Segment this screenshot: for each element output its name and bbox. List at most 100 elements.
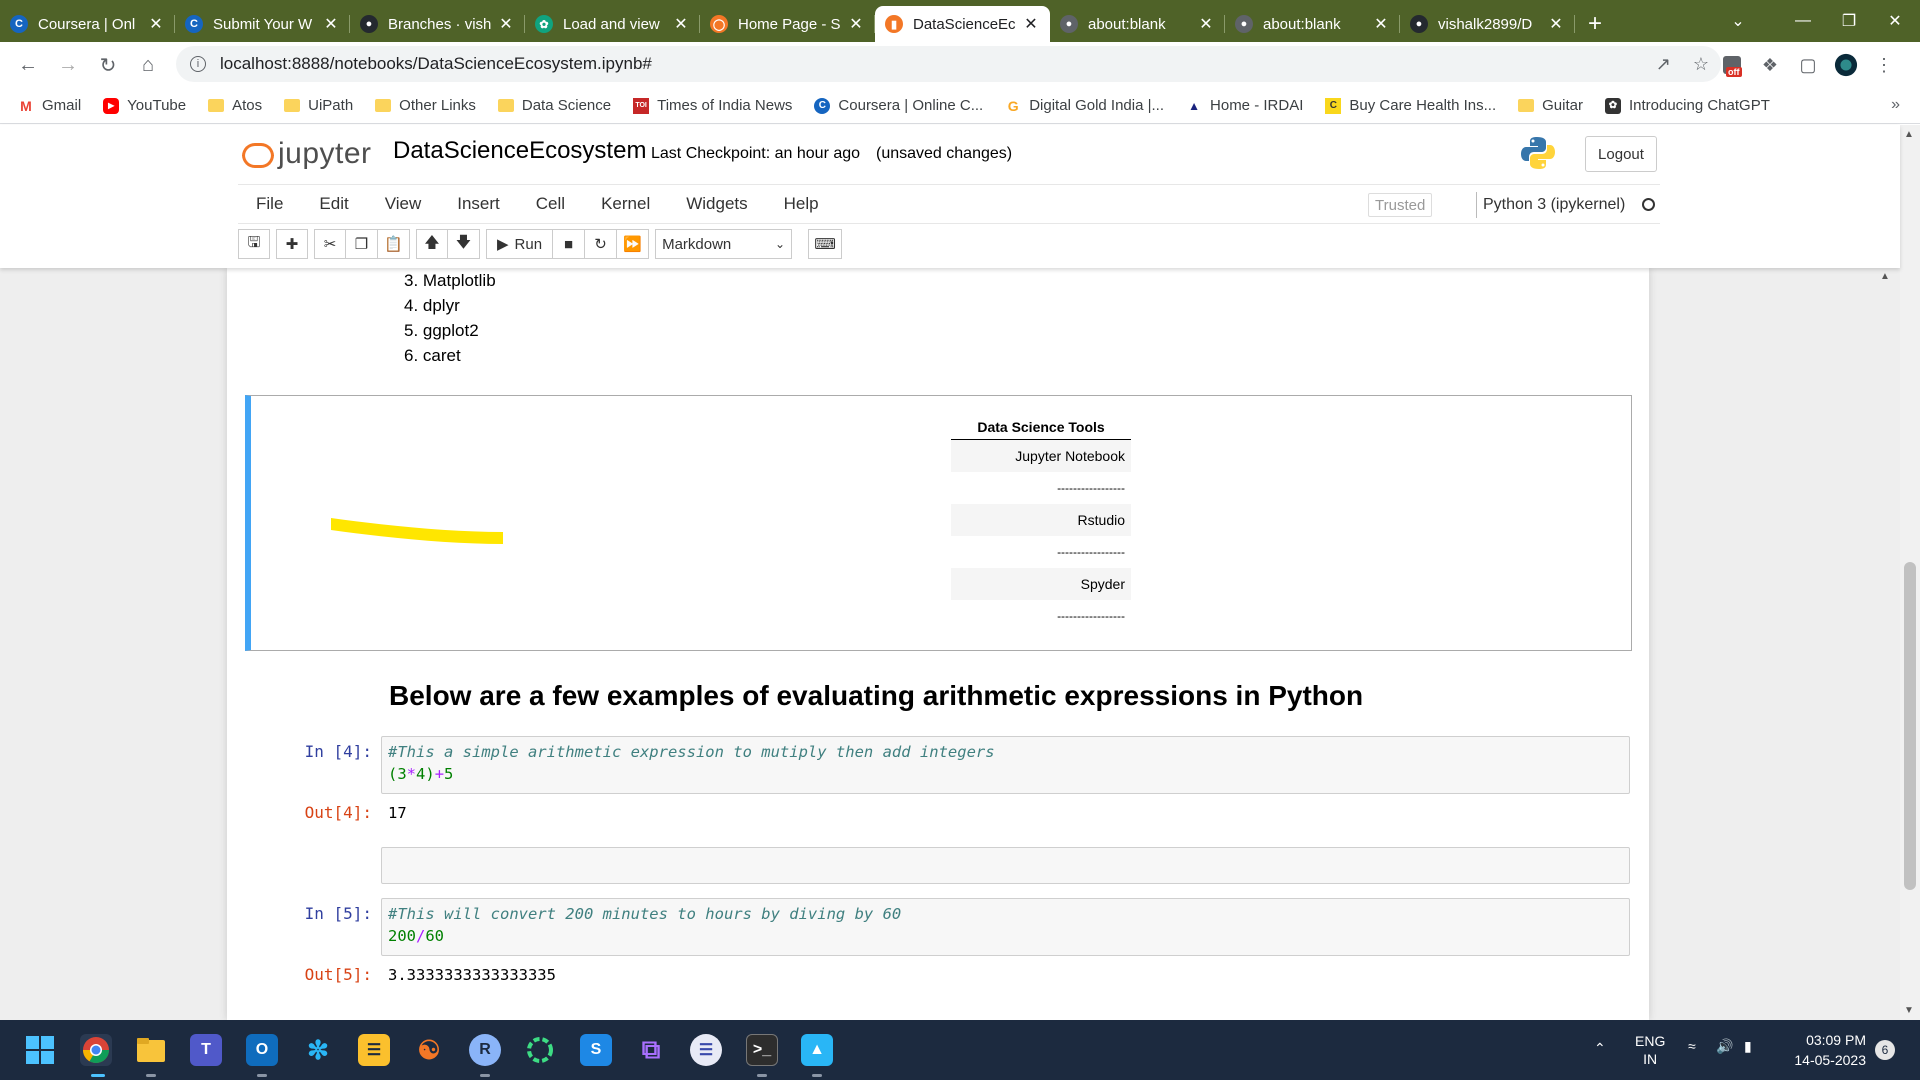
close-tab-icon[interactable]: ✕ [847, 14, 865, 34]
terminal-icon[interactable]: >_ [746, 1034, 778, 1066]
bookmark-item[interactable]: G Digital Gold India |... [1005, 97, 1164, 114]
browser-tab[interactable]: ● about:blank ✕ [1225, 6, 1400, 42]
extensions-puzzle-icon[interactable]: ❖ [1758, 53, 1782, 77]
r-icon[interactable]: R [469, 1034, 501, 1066]
extension-off-icon[interactable]: off [1720, 53, 1744, 77]
bookmark-item[interactable]: Guitar [1518, 97, 1583, 114]
more-bookmarks-button[interactable]: » [1891, 96, 1900, 114]
reload-button[interactable]: ↻ [88, 45, 128, 85]
tray-chevron-icon[interactable]: ⌃ [1594, 1040, 1606, 1057]
jupyter-taskbar-icon[interactable]: ☯ [413, 1034, 445, 1066]
browser-tab[interactable]: ● Branches · vish ✕ [350, 6, 525, 42]
notepad-icon[interactable]: ☰ [358, 1034, 390, 1066]
chrome-menu-icon[interactable]: ⋮ [1872, 53, 1896, 77]
empty-code-cell[interactable] [381, 847, 1630, 884]
profile-avatar[interactable] [1834, 53, 1858, 77]
paste-icon[interactable]: 📋 [378, 229, 410, 259]
bookmark-item[interactable]: Data Science [497, 97, 611, 114]
tab-search-icon[interactable]: ⌄ [1715, 0, 1761, 42]
bookmark-item[interactable]: Atos [208, 97, 262, 114]
copy-icon[interactable]: ❐ [346, 229, 378, 259]
restore-icon[interactable]: ❐ [1826, 0, 1872, 42]
bookmark-item[interactable]: C Coursera | Online C... [814, 97, 983, 114]
windows-start-icon[interactable] [24, 1034, 56, 1066]
close-tab-icon[interactable]: ✕ [1197, 14, 1215, 34]
fast-forward-icon[interactable]: ⏩ [617, 229, 650, 259]
bookmark-item[interactable]: Other Links [375, 97, 476, 114]
forward-button[interactable]: → [48, 45, 88, 85]
menu-widgets[interactable]: Widgets [668, 194, 765, 214]
jupyter-logo[interactable]: jupyter [240, 137, 372, 171]
scroll-up-icon[interactable]: ▲ [1904, 129, 1914, 140]
scrollbar-thumb[interactable] [1904, 562, 1916, 890]
trusted-badge[interactable]: Trusted [1368, 193, 1433, 217]
bookmark-item[interactable]: TOI Times of India News [633, 97, 792, 114]
notebook-title[interactable]: DataScienceEcosystem [393, 137, 646, 165]
menu-file[interactable]: File [238, 194, 301, 214]
bookmark-item[interactable]: ▶ YouTube [103, 97, 186, 114]
insert-cell-icon[interactable]: ✚ [276, 229, 308, 259]
language-indicator[interactable]: ENG IN [1635, 1032, 1665, 1068]
kernel-name[interactable]: Python 3 (ipykernel) [1476, 192, 1625, 218]
page-scrollbar[interactable]: ▲ ▼ [1900, 125, 1920, 1020]
site-info-icon[interactable]: i [190, 56, 206, 72]
logout-button[interactable]: Logout [1585, 136, 1657, 172]
browser-tab[interactable]: ▮ DataScienceEc ✕ [875, 6, 1050, 42]
close-tab-icon[interactable]: ✕ [1547, 14, 1565, 34]
file-explorer-icon[interactable] [135, 1034, 167, 1066]
browser-tab[interactable]: ● about:blank ✕ [1050, 6, 1225, 42]
close-tab-icon[interactable]: ✕ [322, 14, 340, 34]
menu-view[interactable]: View [367, 194, 440, 214]
teams-icon[interactable]: T [190, 1034, 222, 1066]
eclipse-icon[interactable]: ☰ [690, 1034, 722, 1066]
sync-app-icon[interactable]: ✼ [302, 1034, 334, 1066]
menu-insert[interactable]: Insert [439, 194, 518, 214]
refresh-app-icon[interactable] [524, 1034, 556, 1066]
cut-icon[interactable]: ✂ [314, 229, 346, 259]
scroll-down-icon[interactable]: ▼ [1904, 1005, 1914, 1016]
run-button[interactable]: ▶ Run [486, 229, 554, 259]
menu-help[interactable]: Help [766, 194, 837, 214]
stop-icon[interactable]: ■ [553, 229, 586, 259]
outlook-icon[interactable]: O [246, 1034, 278, 1066]
bookmark-item[interactable]: M Gmail [18, 97, 81, 114]
close-tab-icon[interactable]: ✕ [1372, 14, 1390, 34]
url-input[interactable]: i localhost:8888/notebooks/DataScienceEc… [176, 46, 1721, 82]
keyboard-icon[interactable]: ⌨ [808, 229, 843, 259]
new-tab-button[interactable]: + [1575, 6, 1615, 42]
side-panel-icon[interactable]: ▢ [1796, 53, 1820, 77]
wifi-icon[interactable]: ≈ [1688, 1038, 1696, 1054]
bookmark-item[interactable]: UiPath [284, 97, 353, 114]
battery-icon[interactable]: ▮ [1744, 1038, 1752, 1055]
scroll-up-arrow-icon[interactable]: ▲ [1880, 271, 1890, 282]
markdown-cell-selected[interactable]: Data Science Tools Jupyter Notebook -----… [245, 395, 1632, 651]
code-cell[interactable]: #This a simple arithmetic expression to … [381, 736, 1630, 794]
close-tab-icon[interactable]: ✕ [672, 14, 690, 34]
bookmark-item[interactable]: C Buy Care Health Ins... [1325, 97, 1496, 114]
browser-tab[interactable]: ✿ Load and view ✕ [525, 6, 700, 42]
code-cell[interactable]: #This will convert 200 minutes to hours … [381, 898, 1630, 956]
notification-badge[interactable]: 6 [1875, 1040, 1895, 1060]
move-up-icon[interactable]: 🡅 [416, 229, 448, 259]
back-button[interactable]: ← [8, 45, 48, 85]
close-tab-icon[interactable]: ✕ [497, 14, 515, 34]
browser-tab[interactable]: ◯ Home Page - S ✕ [700, 6, 875, 42]
bookmark-item[interactable]: ▲ Home - IRDAI [1186, 97, 1303, 114]
close-tab-icon[interactable]: ✕ [1022, 14, 1040, 34]
chrome-taskbar-icon[interactable] [80, 1034, 112, 1066]
share-icon[interactable]: ↗ [1656, 54, 1671, 75]
browser-tab[interactable]: ● vishalk2899/D ✕ [1400, 6, 1575, 42]
cell-type-select[interactable]: Markdown ⌄ [655, 229, 793, 259]
bookmark-item[interactable]: ✿ Introducing ChatGPT [1604, 97, 1770, 114]
volume-icon[interactable]: 🔊 [1716, 1038, 1733, 1055]
browser-tab[interactable]: C Coursera | Onl ✕ [0, 6, 175, 42]
menu-cell[interactable]: Cell [518, 194, 583, 214]
move-down-icon[interactable]: 🡇 [448, 229, 480, 259]
visual-studio-icon[interactable]: ⧉ [635, 1034, 667, 1066]
save-icon[interactable]: 🖫 [238, 229, 270, 259]
close-window-icon[interactable]: ✕ [1872, 0, 1918, 42]
minimize-icon[interactable]: — [1780, 0, 1826, 42]
home-button[interactable]: ⌂ [128, 45, 168, 85]
menu-edit[interactable]: Edit [301, 194, 366, 214]
close-tab-icon[interactable]: ✕ [147, 14, 165, 34]
